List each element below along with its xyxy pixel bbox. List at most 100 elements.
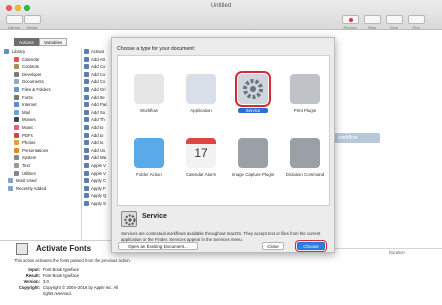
- library-item[interactable]: Files & Folders: [14, 86, 51, 93]
- action-item[interactable]: Add So: [82, 109, 112, 116]
- action-item[interactable]: Add to: [82, 132, 112, 139]
- version-field-row: Version: 3.0: [0, 279, 48, 284]
- action-item[interactable]: Apply F: [82, 185, 112, 192]
- library-item[interactable]: Internet: [14, 101, 37, 108]
- action-item[interactable]: Apply Q: [82, 192, 112, 199]
- action-icon: [84, 155, 89, 161]
- log-table: [170, 248, 442, 305]
- document-type-service[interactable]: Service: [230, 70, 276, 130]
- action-item[interactable]: Add Wa: [82, 154, 112, 161]
- library-item-label: Recently Added: [16, 185, 47, 191]
- action-item[interactable]: Add Gri: [82, 86, 112, 93]
- library-item[interactable]: Movies: [14, 116, 36, 123]
- library-item-label: Contacts: [22, 64, 39, 70]
- action-item[interactable]: Apply S: [82, 200, 112, 207]
- action-item[interactable]: Add Co: [82, 63, 112, 70]
- action-item[interactable]: Add to: [82, 139, 112, 146]
- action-item[interactable]: Add Co: [82, 71, 112, 78]
- document-type-folder-action[interactable]: Folder Action: [126, 134, 172, 194]
- document-type-print-plugin[interactable]: Print Plugin: [282, 70, 328, 130]
- library-item[interactable]: Library: [4, 48, 25, 55]
- library-item[interactable]: Utilities: [14, 170, 36, 177]
- library-item[interactable]: Music: [14, 124, 33, 131]
- library-item-label: PDFs: [22, 132, 33, 138]
- workflow-drop-hint: workflow: [334, 133, 380, 143]
- library-toolbar-label: Library: [7, 25, 21, 30]
- choose-button[interactable]: Choose: [295, 240, 327, 252]
- copyright-key: Copyright:: [18, 285, 40, 290]
- microphone-icon: [290, 138, 320, 168]
- action-item[interactable]: Apple V: [82, 170, 112, 177]
- library-item[interactable]: Mail: [14, 109, 30, 116]
- library-item[interactable]: Photos: [14, 139, 35, 146]
- window-toolbar: Untitled Library Media Record Step Stop …: [0, 0, 442, 30]
- action-item[interactable]: Add Us: [82, 147, 112, 154]
- action-item[interactable]: Add Th: [82, 116, 112, 123]
- action-item-label: Add Th: [91, 117, 105, 123]
- action-icon: [84, 125, 89, 130]
- result-field-row: Result: Font Book typeface: [0, 273, 79, 278]
- document-type-label: Workflow: [140, 108, 158, 113]
- library-item[interactable]: Most Used: [8, 177, 37, 184]
- step-button[interactable]: [364, 15, 381, 24]
- action-item[interactable]: Apply C: [82, 177, 112, 184]
- library-item[interactable]: Presentations: [14, 147, 48, 154]
- library-item[interactable]: System: [14, 154, 36, 161]
- document-type-application[interactable]: Application: [178, 70, 224, 130]
- document-type-label: Service: [238, 108, 268, 113]
- tab-actions[interactable]: Actions: [14, 38, 39, 46]
- action-item[interactable]: Add Ite: [82, 94, 112, 101]
- action-icon: [84, 193, 89, 199]
- category-icon: [14, 117, 19, 123]
- library-item-label: Most Used: [16, 178, 37, 184]
- action-icon: [84, 102, 89, 108]
- close-button[interactable]: Close: [262, 242, 284, 250]
- document-type-workflow[interactable]: Workflow: [126, 70, 172, 130]
- open-existing-document-button[interactable]: Open an Existing Document...: [118, 242, 198, 250]
- action-item[interactable]: Add Att: [82, 56, 112, 63]
- tab-variables[interactable]: Variables: [38, 38, 68, 46]
- library-category-list: Library Calendar Contacts Developer Document…: [0, 48, 82, 248]
- action-item-label: Add to: [91, 132, 104, 138]
- action-item-label: Add Wa: [91, 155, 107, 161]
- library-item[interactable]: Calendar: [14, 56, 39, 63]
- copyright-value: Copyright © 2004–2016 by Apple Inc. All: [43, 285, 119, 290]
- action-icon: [84, 94, 89, 100]
- document-type-calendar-alarm[interactable]: 17 Calendar Alarm: [178, 134, 224, 194]
- library-toggle-button[interactable]: [6, 15, 23, 24]
- action-item[interactable]: Add Co: [82, 78, 112, 85]
- library-item[interactable]: Text: [14, 162, 30, 169]
- library-item[interactable]: Documents: [14, 78, 44, 85]
- action-item[interactable]: Add Pac: [82, 101, 112, 108]
- input-value: Font Book typeface: [43, 267, 80, 272]
- media-toggle-button[interactable]: [24, 15, 41, 24]
- action-icon: [84, 201, 89, 206]
- action-icon: [84, 117, 89, 123]
- action-item[interactable]: Activat: [82, 48, 112, 55]
- gear-icon: [235, 71, 271, 107]
- run-button[interactable]: [408, 15, 425, 24]
- library-item-label: Music: [22, 125, 34, 130]
- action-icon: [84, 49, 89, 54]
- library-item-label: Library: [12, 49, 26, 54]
- library-item-label: Utilities: [22, 170, 36, 176]
- result-key: Result:: [25, 273, 40, 278]
- document-type-image-capture-plugin[interactable]: Image Capture Plugin: [230, 134, 276, 194]
- action-item[interactable]: Add to: [82, 124, 112, 131]
- library-item[interactable]: Fonts: [14, 94, 33, 101]
- action-item-label: Add Att: [91, 56, 105, 62]
- library-item[interactable]: Developer: [14, 71, 42, 78]
- stop-button[interactable]: [386, 15, 403, 24]
- action-icon: [84, 64, 89, 70]
- font-book-icon: [16, 243, 28, 255]
- record-button[interactable]: [342, 15, 359, 24]
- library-item-label: Developer: [22, 71, 42, 77]
- library-item[interactable]: PDFs: [14, 132, 33, 139]
- document-type-dictation-command[interactable]: Dictation Command: [282, 134, 328, 194]
- duration-column-header[interactable]: Duration: [389, 250, 405, 255]
- library-item[interactable]: Contacts: [14, 63, 39, 70]
- library-item[interactable]: Recently Added: [8, 185, 46, 192]
- library-item-label: Calendar: [22, 56, 40, 62]
- version-key: Version:: [23, 279, 40, 284]
- action-item[interactable]: Apple V: [82, 162, 112, 169]
